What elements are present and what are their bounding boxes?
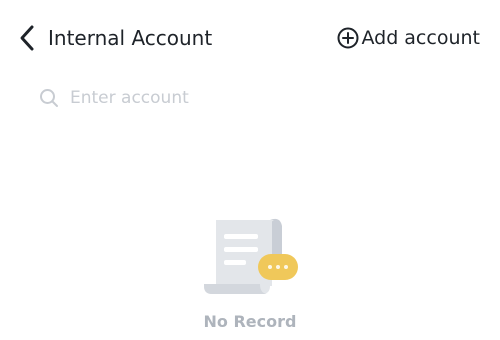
- empty-state-illustration: [200, 214, 302, 300]
- chevron-left-icon: [20, 25, 34, 51]
- header-bar: Internal Account Add account: [0, 0, 500, 76]
- page-title: Internal Account: [48, 26, 213, 50]
- back-button[interactable]: [14, 22, 40, 54]
- plus-circle-icon: [337, 27, 359, 49]
- internal-account-screen: Internal Account Add account Enter accou…: [0, 0, 500, 340]
- search-icon: [40, 89, 58, 107]
- add-account-button[interactable]: Add account: [336, 24, 480, 52]
- empty-state-message: No Record: [203, 312, 297, 331]
- add-account-label: Add account: [361, 27, 480, 49]
- search-input[interactable]: [70, 84, 450, 112]
- search-bar[interactable]: [38, 84, 468, 112]
- receipt-document-icon: [204, 218, 298, 294]
